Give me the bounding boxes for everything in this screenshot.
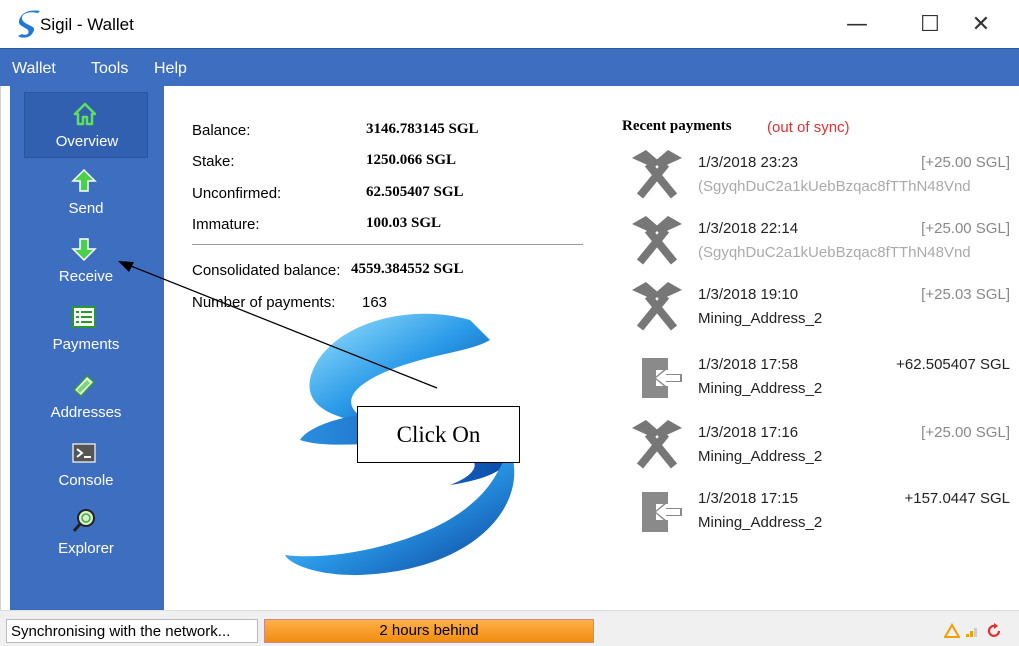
transaction-address: Mining_Address_2 <box>698 380 823 397</box>
sync-progress-bar: 2 hours behind <box>264 619 594 643</box>
balance-separator <box>192 244 583 245</box>
minimize-button[interactable]: — <box>834 8 880 42</box>
sidebar-item-label: Addresses <box>50 404 122 421</box>
window-edge <box>0 86 10 620</box>
stake-label: Stake: <box>192 153 235 170</box>
transaction-row[interactable]: 1/3/2018 23:23 [+25.00 SGL] (SgyqhDuC2a1… <box>622 148 1014 214</box>
mining-icon <box>632 150 682 199</box>
sidebar-item-label: Overview <box>55 133 119 150</box>
immature-value: 100.03 SGL <box>366 215 442 231</box>
sidebar-item-overview[interactable]: Overview <box>24 92 148 158</box>
consolidated-value: 4559.384552 SGL <box>351 261 464 277</box>
maximize-button[interactable]: ☐ <box>907 8 953 42</box>
balance-value: 3146.783145 SGL <box>366 121 479 137</box>
out-of-sync-label: (out of sync) <box>767 119 850 136</box>
transaction-address: Mining_Address_2 <box>698 448 823 465</box>
magnifier-icon <box>72 509 95 532</box>
transaction-amount: +157.0447 SGL <box>904 490 1010 507</box>
stake-value: 1250.066 SGL <box>366 152 457 168</box>
sync-status-text: Synchronising with the network... <box>6 619 258 643</box>
connections-icon <box>966 628 977 637</box>
recent-payments-title: Recent payments <box>622 118 732 134</box>
mining-icon <box>632 420 682 469</box>
mining-icon <box>632 282 682 331</box>
sidebar-item-label: Explorer <box>58 540 114 557</box>
arrow-down-icon <box>71 238 97 262</box>
close-button[interactable]: ✕ <box>958 8 1004 42</box>
warning-icon <box>944 623 960 638</box>
transaction-date: 1/3/2018 23:23 <box>698 154 799 171</box>
transaction-row[interactable]: 1/3/2018 17:16 [+25.00 SGL] Mining_Addre… <box>622 418 1014 484</box>
arrow-up-icon <box>71 168 97 192</box>
sidebar-item-label: Payments <box>52 336 120 353</box>
console-icon <box>72 443 96 463</box>
transaction-address: (SgyqhDuC2a1kUebBzqac8fTThN48Vnd <box>698 178 971 195</box>
receive-tx-icon <box>642 358 682 398</box>
sidebar-item-label: Receive <box>58 268 114 285</box>
menu-bar: Wallet Tools Help <box>0 48 1019 86</box>
transaction-row[interactable]: 1/3/2018 19:10 [+25.03 SGL] Mining_Addre… <box>622 280 1014 346</box>
transaction-amount: [+25.00 SGL] <box>921 220 1010 237</box>
address-book-icon <box>72 374 96 398</box>
sidebar-item-receive[interactable]: Receive <box>24 228 148 294</box>
transaction-date: 1/3/2018 19:10 <box>698 286 799 303</box>
transaction-address: Mining_Address_2 <box>698 310 823 327</box>
menu-tools[interactable]: Tools <box>91 60 128 78</box>
home-icon <box>73 102 97 126</box>
transaction-address: Mining_Address_2 <box>698 514 823 531</box>
sidebar-item-addresses[interactable]: Addresses <box>24 364 148 430</box>
transaction-row[interactable]: 1/3/2018 22:14 [+25.00 SGL] (SgyqhDuC2a1… <box>622 214 1014 280</box>
sidebar-item-console[interactable]: Console <box>24 432 148 498</box>
balance-label: Balance: <box>192 122 251 139</box>
status-bar: Synchronising with the network... 2 hour… <box>0 610 1019 646</box>
list-icon <box>72 306 96 328</box>
sidebar-item-explorer[interactable]: Explorer <box>24 500 148 566</box>
menu-wallet[interactable]: Wallet <box>12 60 56 78</box>
transaction-row[interactable]: 1/3/2018 17:58 +62.505407 SGL Mining_Add… <box>622 350 1014 416</box>
consolidated-label: Consolidated balance: <box>192 262 341 279</box>
title-bar: Sigil - Wallet — ☐ ✕ <box>0 0 1019 48</box>
transaction-amount: [+25.00 SGL] <box>921 424 1010 441</box>
transaction-address: (SgyqhDuC2a1kUebBzqac8fTThN48Vnd <box>698 244 971 261</box>
transaction-amount: [+25.03 SGL] <box>921 286 1010 303</box>
transaction-amount: +62.505407 SGL <box>896 356 1010 373</box>
sidebar: Overview Send Receive Payments Addresses <box>10 86 164 610</box>
transaction-date: 1/3/2018 17:16 <box>698 424 799 441</box>
unconfirmed-value: 62.505407 SGL <box>366 184 464 200</box>
sidebar-item-send[interactable]: Send <box>24 160 148 226</box>
transaction-amount: [+25.00 SGL] <box>921 154 1010 171</box>
immature-label: Immature: <box>192 216 260 233</box>
window-title: Sigil - Wallet <box>40 15 134 34</box>
transaction-date: 1/3/2018 17:15 <box>698 490 799 507</box>
mining-icon <box>632 216 682 265</box>
menu-help[interactable]: Help <box>154 60 187 78</box>
transaction-date: 1/3/2018 22:14 <box>698 220 799 237</box>
sidebar-item-payments[interactable]: Payments <box>24 296 148 362</box>
sidebar-item-label: Send <box>68 200 104 217</box>
transaction-row[interactable]: 1/3/2018 17:15 +157.0447 SGL Mining_Addr… <box>622 484 1014 550</box>
syncing-icon <box>987 623 1001 637</box>
sidebar-item-label: Console <box>58 472 114 489</box>
transaction-date: 1/3/2018 17:58 <box>698 356 799 373</box>
click-on-callout: Click On <box>357 406 520 463</box>
receive-tx-icon <box>642 492 682 532</box>
unconfirmed-label: Unconfirmed: <box>192 185 282 202</box>
